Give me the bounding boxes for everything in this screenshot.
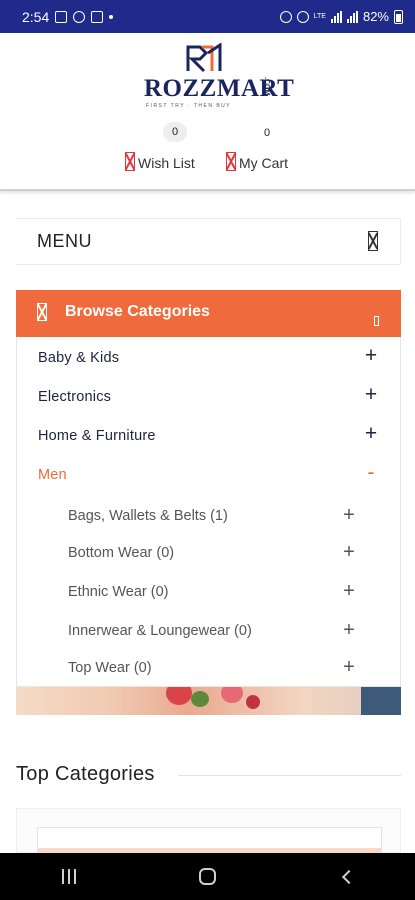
model-image bbox=[361, 687, 401, 715]
subcategory-label: Ethnic Wear (0) bbox=[68, 584, 169, 600]
category-card[interactable] bbox=[37, 827, 382, 854]
divider bbox=[178, 775, 401, 776]
logo-mark-icon bbox=[186, 43, 222, 73]
network-type: LTE bbox=[313, 13, 326, 20]
signal-icon bbox=[330, 10, 342, 23]
chevron-down-icon bbox=[374, 316, 379, 326]
category-baby-kids[interactable]: Baby & Kids + bbox=[17, 338, 400, 377]
expand-toggle[interactable]: + bbox=[342, 505, 356, 525]
category-home-furniture[interactable]: Home & Furniture + bbox=[17, 416, 400, 455]
cart-link[interactable]: 0 My Cart bbox=[226, 127, 288, 171]
category-men[interactable]: Men - bbox=[17, 455, 400, 494]
signal-2-icon bbox=[346, 10, 358, 23]
category-label: Electronics bbox=[38, 388, 112, 405]
leaf-decoration bbox=[191, 691, 209, 707]
subcategory-bottom-wear[interactable]: Bottom Wear (0) + bbox=[17, 534, 400, 572]
wishlist-label: Wish List bbox=[138, 155, 195, 171]
expand-toggle[interactable]: + bbox=[342, 657, 356, 677]
subcategory-top-wear[interactable]: Top Wear (0) + bbox=[17, 649, 400, 687]
hamburger-icon[interactable] bbox=[368, 231, 378, 251]
category-panel: Baby & Kids + Electronics + Home & Furni… bbox=[16, 337, 401, 687]
expand-toggle[interactable]: + bbox=[364, 384, 378, 405]
expand-toggle[interactable]: + bbox=[342, 620, 356, 640]
wishlist-link[interactable]: 0 Wish List bbox=[125, 122, 195, 171]
heart-icon bbox=[125, 152, 135, 171]
category-label: Men bbox=[38, 466, 67, 483]
status-bar: 2:54 LTE 82% bbox=[0, 0, 415, 33]
recents-button[interactable] bbox=[39, 857, 99, 897]
status-time: 2:54 bbox=[22, 8, 50, 25]
expand-toggle[interactable]: + bbox=[364, 345, 378, 366]
browse-categories-label: Browse Categories bbox=[65, 303, 210, 320]
battery-percent: 82% bbox=[362, 9, 389, 24]
battery-icon bbox=[394, 9, 403, 24]
subcategory-label: Top Wear (0) bbox=[68, 660, 152, 676]
list-icon bbox=[37, 303, 47, 321]
logo-tagline: FIRST TRY · THEN BUY bbox=[146, 103, 232, 109]
menu-bar[interactable]: MENU bbox=[16, 218, 401, 265]
flower-decoration bbox=[221, 687, 243, 703]
menu-label: MENU bbox=[37, 231, 92, 251]
subcategory-label: Bags, Wallets & Belts (1) bbox=[68, 508, 228, 524]
category-label: Home & Furniture bbox=[38, 427, 156, 444]
collapse-toggle[interactable]: - bbox=[364, 462, 378, 483]
whatsapp-icon bbox=[73, 10, 86, 23]
logo-suffix: .COM bbox=[263, 77, 270, 96]
category-electronics[interactable]: Electronics + bbox=[17, 377, 400, 416]
cart-count: 0 bbox=[264, 127, 271, 139]
expand-toggle[interactable]: + bbox=[342, 581, 356, 601]
recents-icon bbox=[62, 869, 77, 884]
home-icon bbox=[198, 868, 216, 885]
home-button[interactable] bbox=[177, 857, 237, 897]
alarm-icon bbox=[279, 10, 292, 23]
browse-categories-header[interactable]: Browse Categories bbox=[16, 290, 401, 337]
flower-decoration bbox=[166, 687, 192, 705]
subcategory-label: Innerwear & Loungewear (0) bbox=[68, 623, 252, 639]
rozzmart-logo[interactable]: ROZZMART .COM FIRST TRY · THEN BUY bbox=[144, 43, 294, 113]
subcategory-innerwear-loungewear[interactable]: Innerwear & Loungewear (0) + bbox=[17, 612, 400, 650]
cart-label: My Cart bbox=[239, 155, 288, 171]
flower-decoration bbox=[246, 695, 260, 709]
site-header: ROZZMART .COM FIRST TRY · THEN BUY 0 Wis… bbox=[0, 33, 415, 191]
promo-banner[interactable] bbox=[16, 687, 401, 715]
expand-toggle[interactable]: + bbox=[342, 542, 356, 562]
subcategory-ethnic-wear[interactable]: Ethnic Wear (0) + bbox=[17, 573, 400, 611]
cart-icon bbox=[226, 152, 236, 171]
system-nav-bar bbox=[0, 853, 415, 900]
hotspot-icon bbox=[296, 10, 309, 23]
subcategory-bags-wallets-belts[interactable]: Bags, Wallets & Belts (1) + bbox=[17, 497, 400, 535]
instagram-icon bbox=[91, 10, 104, 23]
logo-text: ROZZMART bbox=[144, 75, 295, 102]
back-button[interactable] bbox=[316, 857, 376, 897]
expand-toggle[interactable]: + bbox=[364, 423, 378, 444]
back-icon bbox=[341, 869, 356, 884]
top-categories-title: Top Categories bbox=[16, 763, 155, 785]
notification-dot-icon bbox=[109, 14, 114, 19]
top-categories-carousel bbox=[16, 808, 401, 854]
category-label: Baby & Kids bbox=[38, 349, 120, 366]
gallery-icon bbox=[55, 10, 68, 23]
subcategory-label: Bottom Wear (0) bbox=[68, 545, 175, 561]
wishlist-count: 0 bbox=[163, 122, 187, 142]
